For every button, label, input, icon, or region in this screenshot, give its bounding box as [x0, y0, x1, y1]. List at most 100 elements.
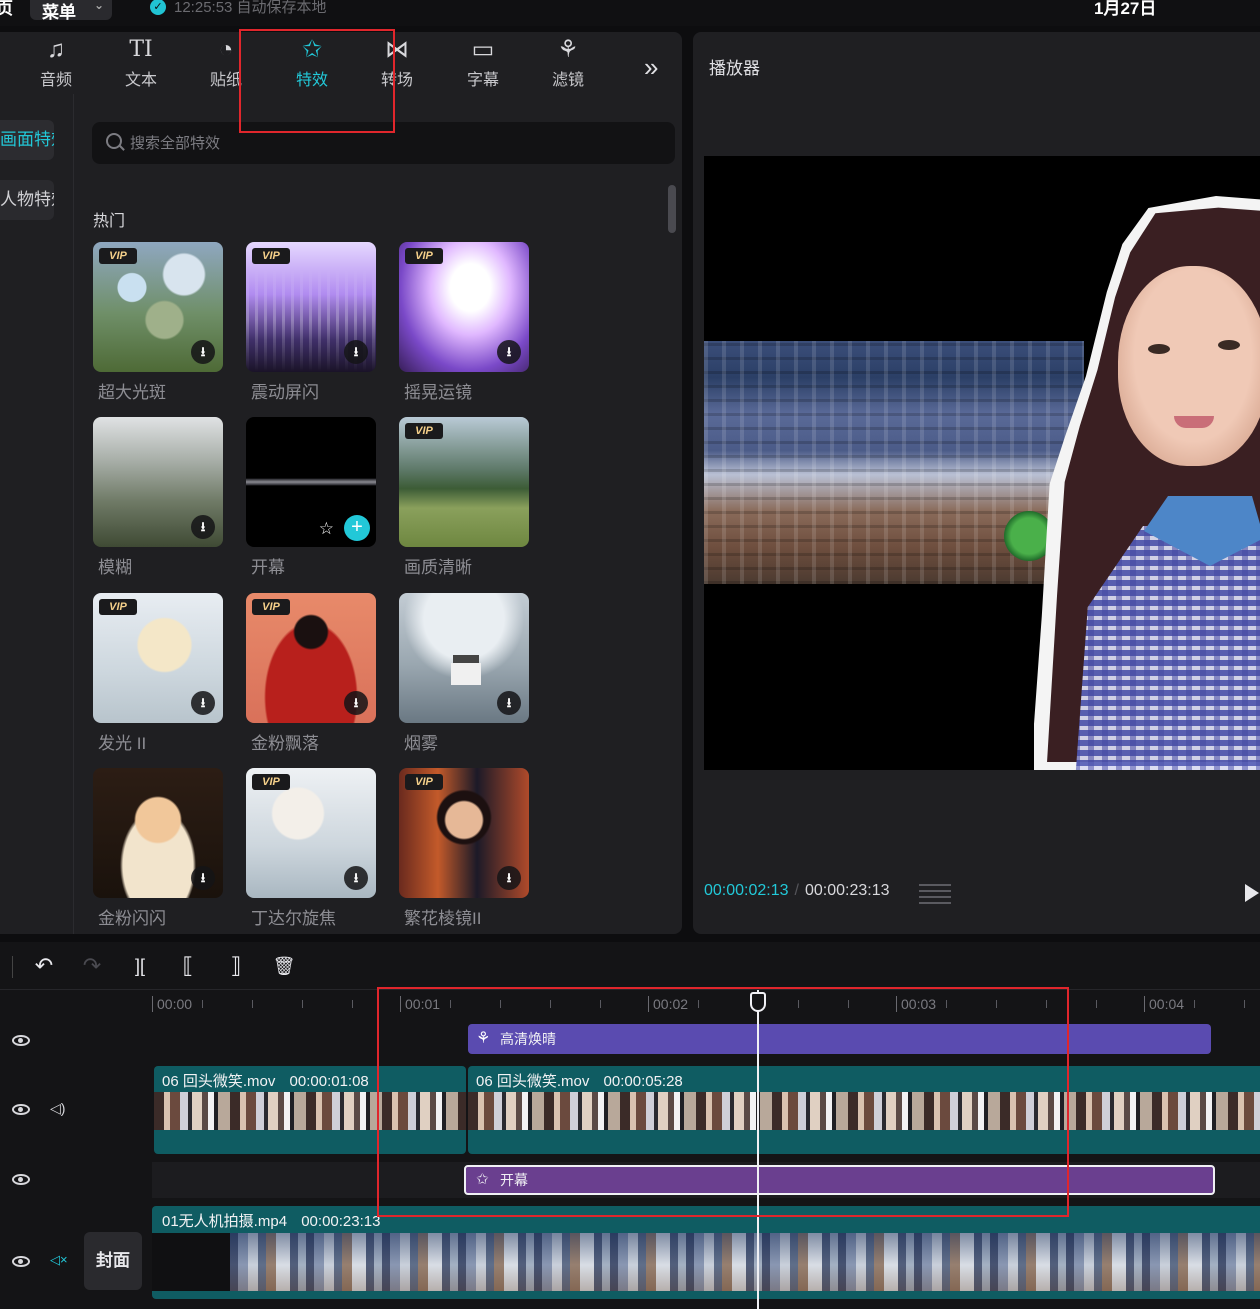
tab-effects[interactable]: ✩ 特效 [277, 36, 347, 92]
vip-badge: VIP [252, 599, 290, 615]
download-icon[interactable]: ⭳ [191, 866, 215, 890]
eye-icon[interactable] [12, 1256, 30, 1267]
eye-icon[interactable] [12, 1035, 30, 1046]
top-bar: 页 菜单 ⌄ ✓ 12:25:53 自动保存本地 1月27日 [0, 0, 1260, 26]
add-icon[interactable]: + [344, 515, 370, 541]
effect-thumbnail[interactable]: VIP ⭳ [246, 242, 376, 372]
tab-audio[interactable]: ♫ 音频 [21, 36, 91, 92]
search-input[interactable] [130, 122, 650, 164]
star-favorite-icon[interactable]: ☆ [319, 519, 334, 539]
clip-filmstrip [468, 1092, 1260, 1130]
eye-icon[interactable] [12, 1104, 30, 1115]
app-title-fragment: 页 [0, 0, 13, 18]
ruler-label: 00:03 [896, 996, 936, 1012]
effect-thumbnail[interactable]: ⭳ [93, 417, 223, 547]
effect-card[interactable]: VIP ⭳ 金粉飘落 [246, 593, 376, 753]
download-icon[interactable]: ⭳ [344, 866, 368, 890]
effect-name: 画质清晰 [404, 558, 472, 577]
tab-text[interactable]: TI 文本 [106, 36, 176, 92]
effect-thumbnail[interactable]: VIP ⭳ [399, 768, 529, 898]
download-icon[interactable]: ⭳ [344, 691, 368, 715]
scrollbar-thumb[interactable] [668, 185, 676, 233]
category-screen-effects[interactable]: 画面特效 [0, 120, 54, 160]
cover-button[interactable]: 封面 [84, 1232, 142, 1290]
download-icon[interactable]: ⭳ [497, 691, 521, 715]
clip-header: 06 回头微笑.mov 00:00:05:28 [476, 1070, 693, 1091]
download-icon[interactable]: ⭳ [344, 340, 368, 364]
split-left-icon[interactable]: ⟦ [174, 952, 202, 980]
download-icon[interactable]: ⭳ [191, 340, 215, 364]
effect-card[interactable]: VIP 画质清晰 [399, 417, 529, 577]
effect-card[interactable]: ⭳ 烟雾 [399, 593, 529, 753]
effect-thumbnail[interactable]: VIP ⭳ [246, 768, 376, 898]
playhead-handle[interactable] [750, 992, 766, 1012]
effect-name: 烟雾 [404, 734, 438, 753]
video-clip[interactable]: 06 回头微笑.mov 00:00:05:28 [468, 1066, 1260, 1154]
clip-black-frame [152, 1233, 230, 1291]
delete-icon[interactable]: 🗑 [270, 952, 298, 980]
sticker-icon: ◔ [218, 36, 234, 63]
effect-thumbnail[interactable]: VIP ⭳ [93, 242, 223, 372]
clip-filmstrip [230, 1233, 1260, 1291]
autosave-status: ✓ 12:25:53 自动保存本地 [150, 0, 327, 17]
tab-sticker[interactable]: ◔ 贴纸 [191, 36, 261, 92]
effect-thumbnail[interactable]: VIP [399, 417, 529, 547]
main-video-clip[interactable]: 01无人机拍摄.mp4 00:00:23:13 [152, 1206, 1260, 1299]
redo-icon[interactable]: ↷ [78, 952, 106, 980]
download-icon[interactable]: ⭳ [191, 691, 215, 715]
eye-icon[interactable] [12, 1174, 30, 1185]
effect-card[interactable]: VIP ⭳ 发光 II [93, 593, 223, 753]
download-icon[interactable]: ⭳ [497, 866, 521, 890]
effect-clip-label: 开幕 [500, 1172, 528, 1188]
tab-filter[interactable]: ⚘ 滤镜 [533, 36, 603, 92]
filter-clip-label: 高清焕晴 [500, 1031, 556, 1047]
download-icon[interactable]: ⭳ [497, 340, 521, 364]
split-right-icon[interactable]: ⟧ [222, 952, 250, 980]
effect-card[interactable]: VIP ⭳ 繁花棱镜II [399, 768, 529, 928]
effect-card[interactable]: VIP ⭳ 丁达尔旋焦 [246, 768, 376, 928]
effect-name: 金粉闪闪 [98, 909, 166, 928]
time-ruler[interactable]: 00:00 00:01 00:02 00:03 00:04 [152, 990, 1260, 1020]
filter-clip[interactable]: ⚘ 高清焕晴 [468, 1024, 1211, 1054]
split-icon[interactable]: ][ [126, 952, 154, 980]
double-chevron-right-icon[interactable]: » [644, 54, 658, 80]
chevron-down-icon: ⌄ [93, 0, 104, 12]
material-tabs: ♫ 音频 TI 文本 ◔ 贴纸 ✩ 特效 ⋈ 转场 ▭ 字幕 ⚘ 滤镜 » [0, 32, 682, 94]
undo-icon[interactable]: ↶ [30, 952, 58, 980]
media-panel: ♫ 音频 TI 文本 ◔ 贴纸 ✩ 特效 ⋈ 转场 ▭ 字幕 ⚘ 滤镜 » 画面… [0, 32, 682, 934]
effect-thumbnail[interactable]: ⭳ [93, 768, 223, 898]
autosave-text: 12:25:53 自动保存本地 [174, 0, 327, 16]
menu-button[interactable]: 菜单 ⌄ [30, 0, 112, 22]
bowtie-transition-icon: ⋈ [385, 36, 409, 63]
play-icon[interactable] [1245, 884, 1259, 902]
effect-thumbnail[interactable]: ☆ + [246, 417, 376, 547]
effect-thumbnail[interactable]: VIP ⭳ [246, 593, 376, 723]
mute-audio-icon[interactable]: ◁× [50, 1252, 68, 1268]
tab-subtitle[interactable]: ▭ 字幕 [448, 36, 518, 92]
effect-card[interactable]: ⭳ 模糊 [93, 417, 223, 577]
playhead-line[interactable] [757, 990, 759, 1309]
effect-card[interactable]: VIP ⭳ 摇晃运镜 [399, 242, 529, 402]
volume-icon[interactable]: ◁) [50, 1100, 65, 1117]
effect-card[interactable]: VIP ⭳ 震动屏闪 [246, 242, 376, 402]
effects-search[interactable] [92, 122, 675, 164]
video-clip[interactable]: 06 回头微笑.mov 00:00:01:08 [154, 1066, 466, 1154]
preview-canvas[interactable] [704, 156, 1260, 770]
vip-badge: VIP [405, 774, 443, 790]
effect-card[interactable]: ⭳ 金粉闪闪 [93, 768, 223, 928]
music-note-icon: ♫ [47, 36, 65, 63]
effect-thumbnail[interactable]: VIP ⭳ [93, 593, 223, 723]
vip-badge: VIP [405, 423, 443, 439]
effect-card[interactable]: ☆ + 开幕 [246, 417, 376, 577]
clip-filmstrip [154, 1092, 466, 1130]
effect-thumbnail[interactable]: VIP ⭳ [399, 242, 529, 372]
effect-name: 摇晃运镜 [404, 383, 472, 402]
timecode-menu-icon[interactable] [919, 882, 951, 904]
category-person-effects[interactable]: 人物特效 [0, 180, 54, 220]
effect-thumbnail[interactable]: ⭳ [399, 593, 529, 723]
download-icon[interactable]: ⭳ [191, 515, 215, 539]
effect-card[interactable]: VIP ⭳ 超大光斑 [93, 242, 223, 402]
effect-category-sidebar: 画面特效 人物特效 [0, 94, 74, 934]
tab-transition[interactable]: ⋈ 转场 [362, 36, 432, 92]
effect-clip[interactable]: ✩ 开幕 [464, 1165, 1215, 1195]
